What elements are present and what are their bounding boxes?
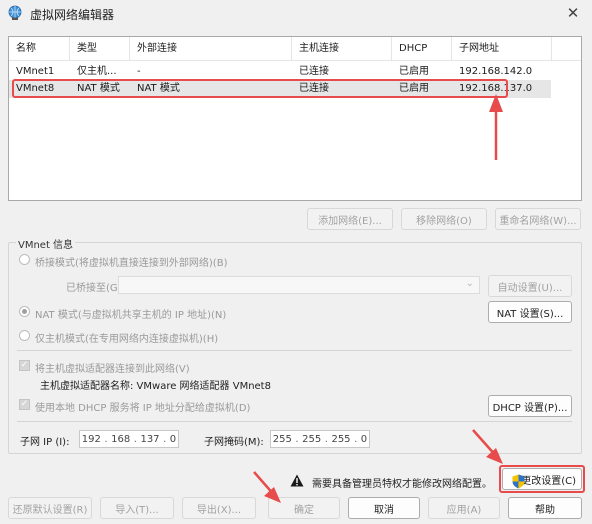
column-header-host[interactable]: 主机连接 xyxy=(292,37,392,61)
subnet-mask-octet-2: 255 xyxy=(302,433,322,445)
ip-dot: . xyxy=(163,433,167,445)
help-button[interactable]: 帮助 xyxy=(508,497,582,519)
hostonly-label: 仅主机模式(在专用网络内连接虚拟机)(H) xyxy=(35,334,219,345)
table-row-vmnet8[interactable]: VMnet8 NAT 模式 NAT 模式 已连接 已启用 192.168.137… xyxy=(9,80,551,98)
column-header-subnet[interactable]: 子网地址 xyxy=(452,37,552,61)
warning-icon xyxy=(290,474,304,487)
cell-host: 已连接 xyxy=(299,83,329,94)
ip-dot: . xyxy=(104,433,108,445)
vmnet-info-group xyxy=(8,242,582,454)
title-bar: 虚拟网络编辑器 ✕ xyxy=(0,0,592,28)
cell-type: NAT 模式 xyxy=(77,83,120,94)
adapter-name-label: 主机虚拟适配器名称: VMware 网络适配器 VMnet8 xyxy=(40,381,271,392)
column-header-dhcp[interactable]: DHCP xyxy=(392,37,452,61)
auto-settings-button[interactable]: 自动设置(U)... xyxy=(488,275,572,297)
rename-network-button[interactable]: 重命名网络(W)... xyxy=(495,208,581,230)
subnet-mask-input[interactable]: 255. 255. 255. 0 xyxy=(270,430,370,448)
network-list[interactable]: 名称 类型 外部连接 主机连接 DHCP 子网地址 VMnet1 仅主机... … xyxy=(8,36,582,201)
column-header-type[interactable]: 类型 xyxy=(70,37,130,61)
nat-label: NAT 模式(与虚拟机共享主机的 IP 地址)(N) xyxy=(35,310,227,321)
vmnet-info-title: VMnet 信息 xyxy=(16,236,76,251)
bridged-label: 桥接模式(将虚拟机直接连接到外部网络)(B) xyxy=(35,258,228,269)
cell-dhcp: 已启用 xyxy=(399,66,429,77)
ip-dot: . xyxy=(354,433,358,445)
subnet-ip-octet-4: 0 xyxy=(169,433,177,445)
apply-button[interactable]: 应用(A) xyxy=(428,497,500,519)
nat-radio[interactable] xyxy=(19,306,30,317)
list-header: 名称 类型 外部连接 主机连接 DHCP 子网地址 xyxy=(9,37,581,61)
ok-button[interactable]: 确定 xyxy=(268,497,340,519)
ip-dot: . xyxy=(295,433,299,445)
subnet-ip-label: 子网 IP (I): xyxy=(20,437,70,448)
dhcp-checkbox[interactable]: ✓ xyxy=(19,399,30,410)
subnet-ip-octet-3: 137 xyxy=(140,433,160,445)
subnet-ip-input[interactable]: 192. 168. 137. 0 xyxy=(79,430,179,448)
cell-name: VMnet8 xyxy=(16,83,55,94)
close-button[interactable]: ✕ xyxy=(562,3,584,23)
cancel-button[interactable]: 取消 xyxy=(348,497,420,519)
connect-adapter-label: 将主机虚拟适配器连接到此网络(V) xyxy=(35,364,190,375)
restore-defaults-button[interactable]: 还原默认设置(R) xyxy=(8,497,92,519)
cell-dhcp: 已启用 xyxy=(399,83,429,94)
subnet-mask-octet-3: 255 xyxy=(331,433,351,445)
subnet-ip-octet-1: 192 xyxy=(81,433,101,445)
import-button[interactable]: 导入(T)... xyxy=(100,497,174,519)
chevron-down-icon: ⌄ xyxy=(465,278,474,289)
cell-subnet: 192.168.142.0 xyxy=(459,66,533,77)
cell-external: - xyxy=(137,66,141,77)
export-button[interactable]: 导出(X)... xyxy=(182,497,256,519)
dhcp-label: 使用本地 DHCP 服务将 IP 地址分配给虚拟机(D) xyxy=(35,403,251,414)
cell-host: 已连接 xyxy=(299,66,329,77)
cell-external: NAT 模式 xyxy=(137,83,180,94)
network-globe-icon xyxy=(8,5,22,20)
close-icon: ✕ xyxy=(566,4,580,22)
change-settings-label: 更改设置(C) xyxy=(521,475,576,487)
add-network-button[interactable]: 添加网络(E)... xyxy=(307,208,393,230)
connect-adapter-checkbox[interactable]: ✓ xyxy=(19,360,30,371)
admin-notice-text: 需要具备管理员特权才能修改网络配置。 xyxy=(312,479,492,490)
cell-type: 仅主机... xyxy=(77,66,117,77)
nat-settings-button[interactable]: NAT 设置(S)... xyxy=(488,301,572,323)
column-header-external[interactable]: 外部连接 xyxy=(130,37,292,61)
window-title: 虚拟网络编辑器 xyxy=(30,8,115,22)
dhcp-settings-button[interactable]: DHCP 设置(P)... xyxy=(488,395,572,417)
table-row-vmnet1[interactable]: VMnet1 仅主机... - 已连接 已启用 192.168.142.0 xyxy=(9,63,581,81)
section-divider xyxy=(17,350,572,351)
cell-name: VMnet1 xyxy=(16,66,55,77)
column-header-name[interactable]: 名称 xyxy=(9,37,70,61)
subnet-mask-octet-1: 255 xyxy=(272,433,292,445)
remove-network-button[interactable]: 移除网络(O) xyxy=(401,208,487,230)
subnet-mask-label: 子网掩码(M): xyxy=(204,437,264,448)
subnet-mask-octet-4: 0 xyxy=(360,433,368,445)
ip-dot: . xyxy=(324,433,328,445)
hostonly-radio[interactable] xyxy=(19,330,30,341)
section-divider xyxy=(17,421,572,422)
bridged-to-select[interactable]: ⌄ xyxy=(118,276,480,294)
ip-dot: . xyxy=(133,433,137,445)
cell-subnet: 192.168.137.0 xyxy=(459,83,533,94)
bridged-radio[interactable] xyxy=(19,254,30,265)
change-settings-button[interactable]: 更改设置(C) xyxy=(502,468,582,490)
bridged-to-label: 已桥接至(G): xyxy=(66,283,125,294)
uac-shield-icon xyxy=(512,474,525,489)
subnet-ip-octet-2: 168 xyxy=(111,433,131,445)
